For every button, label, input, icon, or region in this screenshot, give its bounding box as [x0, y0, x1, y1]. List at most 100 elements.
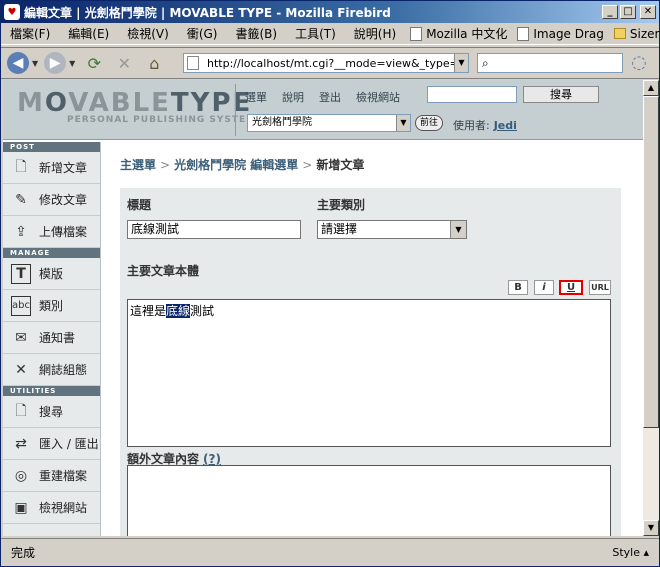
templates-icon: T	[11, 263, 31, 284]
sidebar-section-utilities: UTILITIES	[3, 386, 100, 396]
menu-bookmarks[interactable]: 書籤(B)	[226, 25, 286, 42]
sidebar-item-categories[interactable]: abc 類別	[3, 290, 100, 322]
window-title: 編輯文章 | 光劍格鬥學院 | MOVABLE TYPE - Mozilla F…	[24, 5, 391, 20]
bookmark-sizer[interactable]: Sizer	[609, 27, 660, 41]
extended-entry-textarea[interactable]	[127, 465, 611, 536]
browser-window: ♥ 編輯文章 | 光劍格鬥學院 | MOVABLE TYPE - Mozilla…	[0, 0, 660, 567]
forward-arrow-icon[interactable]: ▶	[44, 52, 67, 74]
firebird-app-icon: ♥	[4, 4, 20, 20]
link-view-site[interactable]: 檢視網站	[356, 89, 400, 105]
menu-view[interactable]: 檢視(V)	[118, 25, 178, 42]
url-dropdown-icon[interactable]: ▼	[454, 54, 468, 72]
page-icon	[187, 56, 199, 70]
sidebar-item-notifications[interactable]: ✉ 通知書	[3, 322, 100, 354]
mt-search-input[interactable]	[427, 86, 517, 103]
sidebar-item-edit-entries[interactable]: ✎ 修改文章	[3, 184, 100, 216]
blog-select[interactable]: 光劍格鬥學院 ▼	[247, 114, 411, 132]
forward-history-dropdown-icon[interactable]: ▼	[69, 59, 75, 68]
body-selected-text: 底線	[166, 304, 191, 318]
breadcrumb-blog-menu[interactable]: 光劍格鬥學院 編輯選單	[174, 158, 298, 172]
sidebar-item-view-site[interactable]: ▣ 檢視網站	[3, 492, 100, 524]
mt-header: MOVABLETYPE PERSONAL PUBLISHING SYSTEM 選…	[3, 80, 643, 140]
menu-go[interactable]: 衝(G)	[178, 25, 227, 42]
sidebar-item-templates[interactable]: T 模版	[3, 258, 100, 290]
search-icon: 🗋	[15, 402, 27, 419]
body-text: 這裡是	[130, 304, 167, 318]
sidebar-item-import-export[interactable]: ⇄ 匯入 / 匯出	[3, 428, 100, 460]
sidebar-item-upload[interactable]: ⇪ 上傳檔案	[3, 216, 100, 248]
url-bar[interactable]: http://localhost/mt.cgi?__mode=view&_typ…	[183, 53, 469, 73]
menu-bar: 檔案(F) 編輯(E) 檢視(V) 衝(G) 書籤(B) 工具(T) 說明(H)…	[1, 23, 659, 45]
bookmark-label: Mozilla 中文化	[426, 27, 508, 41]
sidebar-section-post: POST	[3, 142, 100, 152]
entry-form-panel: 標題 主要類別 底線測試 請選擇 ▼ 主要文章本體 B i U URL 這裡是底線…	[120, 188, 621, 536]
maximize-button[interactable]: □	[620, 5, 636, 19]
title-bar: ♥ 編輯文章 | 光劍格鬥學院 | MOVABLE TYPE - Mozilla…	[1, 1, 659, 23]
bookmark-label: Image Drag	[533, 26, 604, 41]
category-select[interactable]: 請選擇 ▼	[317, 220, 467, 239]
sidebar-item-label: 新增文章	[39, 161, 88, 175]
scroll-down-icon[interactable]: ▼	[643, 520, 659, 536]
sidebar-item-new-entry[interactable]: 🗋 新增文章	[3, 152, 100, 184]
weblog-config-icon: ✕	[15, 361, 27, 378]
sidebar-item-label: 重建檔案	[39, 469, 88, 483]
header-divider	[235, 84, 236, 136]
sidebar-item-label: 修改文章	[39, 193, 88, 207]
bookmark-mozilla-zh[interactable]: Mozilla 中文化	[405, 25, 512, 42]
underline-button[interactable]: U	[559, 280, 583, 295]
help-link[interactable]: (?)	[203, 452, 221, 466]
status-bar: 完成 Style ▴	[1, 538, 659, 566]
breadcrumb-current: 新增文章	[316, 158, 365, 172]
category-label: 主要類別	[317, 198, 366, 212]
view-site-icon: ▣	[14, 499, 28, 516]
sidebar-item-weblog-config[interactable]: ✕ 網誌組態	[3, 354, 100, 386]
web-search-input[interactable]: ⌕	[477, 53, 623, 73]
back-arrow-icon[interactable]: ◀	[7, 52, 29, 74]
sidebar-item-label: 檢視網站	[39, 501, 88, 515]
edit-entries-icon: ✎	[15, 191, 27, 208]
new-entry-icon: 🗋	[15, 158, 27, 175]
mt-search-button[interactable]: 搜尋	[523, 86, 599, 103]
breadcrumb-separator: >	[160, 158, 171, 172]
url-button[interactable]: URL	[589, 280, 611, 295]
body-label: 主要文章本體	[127, 264, 200, 278]
logo-subtitle: PERSONAL PUBLISHING SYSTEM	[67, 115, 257, 125]
blog-select-value: 光劍格鬥學院	[252, 117, 312, 128]
user-label: 使用者:	[453, 119, 490, 132]
entry-body-textarea[interactable]: 這裡是底線測試	[127, 299, 611, 447]
sidebar-item-label: 上傳檔案	[39, 225, 88, 239]
menu-edit[interactable]: 編輯(E)	[59, 25, 118, 42]
minimize-button[interactable]: _	[602, 5, 618, 19]
sidebar-item-search[interactable]: 🗋 搜尋	[3, 396, 100, 428]
home-icon[interactable]: ⌂	[143, 52, 165, 74]
username-link[interactable]: Jedi	[494, 119, 517, 132]
link-logout[interactable]: 登出	[319, 89, 341, 105]
link-menu[interactable]: 選單	[245, 89, 267, 105]
back-history-dropdown-icon[interactable]: ▼	[32, 59, 38, 68]
url-input[interactable]: http://localhost/mt.cgi?__mode=view&_typ…	[207, 57, 454, 70]
folder-icon	[613, 28, 626, 39]
reload-icon[interactable]: ⟳	[83, 52, 105, 74]
link-help[interactable]: 說明	[282, 89, 304, 105]
scroll-thumb[interactable]	[643, 96, 659, 428]
bookmark-image-drag[interactable]: Image Drag	[512, 26, 609, 41]
chevron-down-icon: ▼	[396, 115, 410, 131]
italic-button[interactable]: i	[534, 280, 554, 295]
breadcrumb-main-menu[interactable]: 主選單	[120, 158, 156, 172]
breadcrumb: 主選單 > 光劍格鬥學院 編輯選單 > 新增文章	[120, 156, 364, 173]
vertical-scrollbar[interactable]: ▲ ▼	[643, 80, 659, 536]
scroll-up-icon[interactable]: ▲	[643, 80, 659, 96]
menu-file[interactable]: 檔案(F)	[1, 25, 59, 42]
title-input[interactable]: 底線測試	[127, 220, 301, 239]
menu-help[interactable]: 說明(H)	[345, 25, 405, 42]
breadcrumb-separator: >	[302, 158, 313, 172]
sidebar-item-label: 搜尋	[39, 405, 64, 419]
style-button[interactable]: Style ▴	[612, 546, 649, 559]
sidebar-item-rebuild[interactable]: ◎ 重建檔案	[3, 460, 100, 492]
sidebar-item-label: 通知書	[39, 331, 76, 345]
menu-tools[interactable]: 工具(T)	[286, 25, 345, 42]
go-button[interactable]: 前往	[415, 115, 443, 131]
bold-button[interactable]: B	[508, 280, 528, 295]
close-button[interactable]: ✕	[640, 5, 656, 19]
stop-icon[interactable]: ✕	[113, 52, 135, 74]
